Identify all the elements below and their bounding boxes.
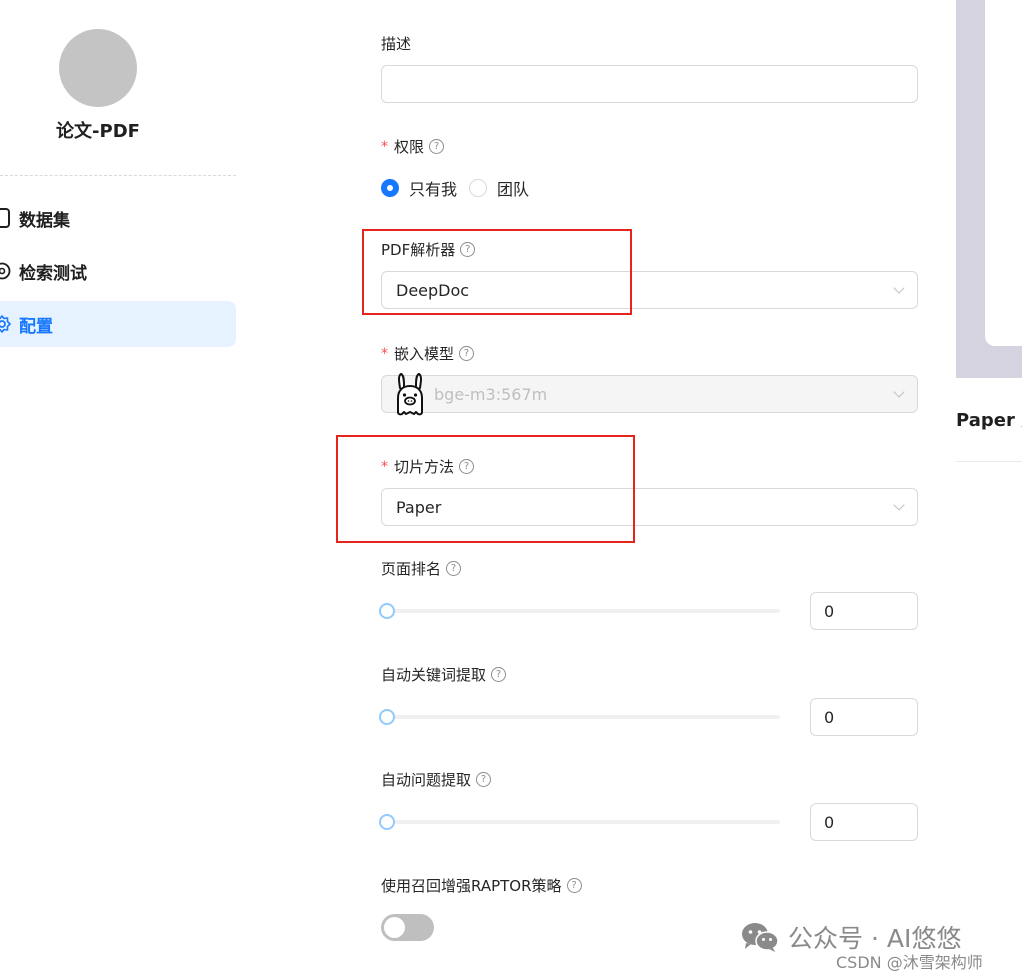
auto-keywords-input[interactable]: 0 <box>810 698 918 736</box>
sidebar-divider <box>0 175 236 176</box>
auto-keywords-slider-track[interactable] <box>387 715 780 719</box>
raptor-toggle[interactable] <box>381 914 434 941</box>
highlight-box-chunk-method <box>336 435 635 543</box>
dataset-icon <box>0 206 14 230</box>
permission-radio-group: 只有我 团队 <box>381 176 541 200</box>
page-rank-slider-handle[interactable] <box>379 603 395 619</box>
retrieval-test-icon <box>0 259 14 283</box>
radio-unchecked-icon <box>469 179 488 197</box>
kb-name: 论文-PDF <box>56 121 140 142</box>
required-star: * <box>381 345 388 362</box>
sidebar-item-label: 检索测试 <box>19 263 87 284</box>
chevron-down-icon <box>893 386 905 398</box>
radio-checked-icon <box>381 179 399 197</box>
sidebar-item-label: 数据集 <box>19 210 70 231</box>
help-icon[interactable]: ? <box>429 139 445 154</box>
permission-label: * 权限 ? <box>381 136 445 157</box>
page-rank-slider-track[interactable] <box>387 609 780 613</box>
auto-keywords-slider-handle[interactable] <box>379 709 395 725</box>
radio-label: 团队 <box>497 180 530 199</box>
page-rank-label: 页面排名 ? <box>381 558 462 579</box>
help-icon[interactable]: ? <box>446 561 462 576</box>
permission-label-text: 权限 <box>394 138 425 156</box>
help-icon[interactable]: ? <box>459 346 475 361</box>
sidebar-item-dataset[interactable]: 数据集 <box>0 195 236 241</box>
auto-keywords-label: 自动关键词提取 ? <box>381 664 507 685</box>
required-star: * <box>381 138 388 155</box>
preview-divider <box>956 461 1022 462</box>
raptor-label-text: 使用召回增强RAPTOR策略 <box>381 877 562 895</box>
help-icon[interactable]: ? <box>476 772 492 787</box>
auto-questions-slider-track[interactable] <box>387 820 780 824</box>
preview-card <box>985 0 1022 346</box>
auto-keywords-label-text: 自动关键词提取 <box>381 666 487 684</box>
description-label-text: 描述 <box>381 35 412 53</box>
chevron-down-icon <box>893 499 905 511</box>
auto-questions-slider-handle[interactable] <box>379 814 395 830</box>
radio-team[interactable]: 团队 <box>469 176 529 200</box>
chevron-down-icon <box>893 282 905 294</box>
embedding-model-value: bge-m3:567m <box>434 384 548 404</box>
help-icon[interactable]: ? <box>566 878 582 893</box>
kb-avatar <box>59 29 137 107</box>
sidebar-item-label: 配置 <box>19 316 53 337</box>
auto-questions-input[interactable]: 0 <box>810 803 918 841</box>
highlight-box-pdf-parser <box>362 229 632 315</box>
csdn-watermark: CSDN @沐雪架构师 <box>836 953 983 972</box>
toggle-knob <box>384 917 405 938</box>
preview-title: Paper 方 <box>956 410 1022 431</box>
gear-icon <box>0 312 14 336</box>
embedding-model-select[interactable]: bge-m3:567m <box>381 375 918 413</box>
embedding-model-label: * 嵌入模型 ? <box>381 343 475 364</box>
description-input[interactable] <box>381 65 918 103</box>
sidebar-item-config[interactable]: 配置 <box>0 301 236 347</box>
auto-questions-label-text: 自动问题提取 <box>381 771 472 789</box>
page-rank-label-text: 页面排名 <box>381 560 442 578</box>
llama-icon <box>397 372 423 416</box>
wechat-icon <box>742 923 779 952</box>
radio-only-me[interactable]: 只有我 <box>381 176 457 200</box>
radio-label: 只有我 <box>409 180 458 199</box>
page-rank-input[interactable]: 0 <box>810 592 918 630</box>
auto-questions-label: 自动问题提取 ? <box>381 769 492 790</box>
raptor-label: 使用召回增强RAPTOR策略 ? <box>381 875 582 896</box>
help-icon[interactable]: ? <box>491 667 507 682</box>
sidebar-item-retrieval-test[interactable]: 检索测试 <box>0 248 236 294</box>
description-label: 描述 <box>381 33 411 54</box>
embedding-model-label-text: 嵌入模型 <box>394 345 455 363</box>
